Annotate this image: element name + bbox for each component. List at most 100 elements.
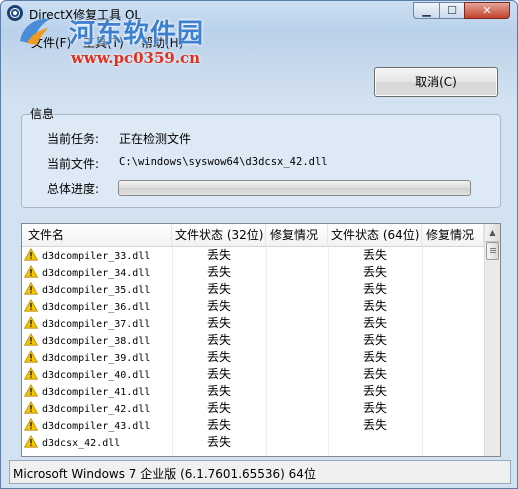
filename-text: d3dcompiler_43.dll [42,421,151,432]
status64-cell: 丢失 [362,418,387,432]
status64-cell: 丢失 [362,282,387,296]
filename-text: d3dcompiler_34.dll [42,268,151,279]
status-bar: Microsoft Windows 7 企业版 (6.1.7601.65536)… [9,460,511,484]
filename-cell: d3dcompiler_33.dll [24,247,150,264]
menu-file[interactable]: 文件(F) [31,34,71,51]
column-header-repair64[interactable]: 修复情况 [422,224,484,246]
status64-cell: 丢失 [362,265,387,279]
table-row[interactable]: d3dcompiler_41.dll 丢失 丢失 [22,383,484,400]
filename-text: d3dcompiler_38.dll [42,336,151,347]
status64-cell: 丢失 [362,248,387,262]
directx-app-icon [7,5,23,21]
warning-icon [24,367,38,380]
info-legend: 信息 [30,107,55,121]
filename-text: d3dcsx_42.dll [42,438,121,449]
filename-cell: d3dcompiler_36.dll [24,298,150,315]
filename-cell: d3dcompiler_38.dll [24,332,150,349]
scrollbar-thumb[interactable] [486,242,499,260]
status32-cell: 丢失 [206,299,231,313]
status32-cell: 丢失 [206,384,231,398]
current-file-value: C:\windows\syswow64\d3dcsx_42.dll [119,156,328,168]
status32-cell: 丢失 [206,350,231,364]
status32-cell: 丢失 [206,316,231,330]
status64-cell: 丢失 [362,316,387,330]
status64-cell: 丢失 [362,333,387,347]
status32-cell: 丢失 [206,435,231,449]
warning-icon [24,350,38,363]
table-row[interactable]: d3dcompiler_37.dll 丢失 丢失 [22,315,484,332]
window-title: DirectX修复工具 OL [29,8,142,22]
file-list[interactable]: 文件名 文件状态 (32位) 修复情况 文件状态 (64位) 修复情况 d3dc… [21,223,501,457]
filename-cell: d3dcompiler_39.dll [24,349,150,366]
status64-cell: 丢失 [362,384,387,398]
filename-cell: d3dcsx_42.dll [24,434,120,451]
main-window: DirectX修复工具 OL ▁ ☐ ✕ 文件(F) 工具(T) 帮助(H) 河… [0,0,518,489]
filename-cell: d3dcompiler_41.dll [24,383,150,400]
warning-icon [24,282,38,295]
column-header-filename[interactable]: 文件名 [22,224,172,246]
status32-cell: 丢失 [206,401,231,415]
filename-text: d3dcompiler_37.dll [42,319,151,330]
overall-progress-label: 总体进度: [47,182,100,196]
column-header-repair32[interactable]: 修复情况 [266,224,328,246]
filename-cell: d3dcompiler_43.dll [24,417,150,434]
list-header: 文件名 文件状态 (32位) 修复情况 文件状态 (64位) 修复情况 [22,224,484,247]
column-header-status32[interactable]: 文件状态 (32位) [172,224,266,246]
warning-icon [24,333,38,346]
status32-cell: 丢失 [206,265,231,279]
status32-cell: 丢失 [206,418,231,432]
status32-cell: 丢失 [206,282,231,296]
warning-icon [24,418,38,431]
filename-cell: d3dcompiler_34.dll [24,264,150,281]
current-file-label: 当前文件: [47,157,100,171]
maximize-button[interactable]: ☐ [439,2,465,19]
current-task-label: 当前任务: [47,132,100,146]
table-row[interactable]: d3dcompiler_43.dll 丢失 丢失 [22,417,484,434]
watermark-url: www.pc0359.cn [71,49,201,67]
status32-cell: 丢失 [206,333,231,347]
table-row[interactable]: d3dcompiler_33.dll 丢失 丢失 [22,247,484,264]
filename-text: d3dcompiler_33.dll [42,251,151,262]
table-row[interactable]: d3dcsx_42.dll 丢失 [22,434,484,451]
menu-help[interactable]: 帮助(H) [141,34,183,51]
warning-icon [24,299,38,312]
status64-cell: 丢失 [362,299,387,313]
table-row[interactable]: d3dcompiler_35.dll 丢失 丢失 [22,281,484,298]
menu-tools[interactable]: 工具(T) [83,34,124,51]
table-row[interactable]: d3dcompiler_39.dll 丢失 丢失 [22,349,484,366]
close-button[interactable]: ✕ [464,2,510,19]
warning-icon [24,248,38,261]
filename-text: d3dcompiler_42.dll [42,404,151,415]
filename-text: d3dcompiler_35.dll [42,285,151,296]
grip-icon [490,248,496,254]
filename-cell: d3dcompiler_40.dll [24,366,150,383]
status32-cell: 丢失 [206,367,231,381]
filename-text: d3dcompiler_39.dll [42,353,151,364]
title-bar[interactable]: DirectX修复工具 OL ▁ ☐ ✕ [1,1,517,25]
minimize-button[interactable]: ▁ [413,2,440,19]
current-task-value: 正在检测文件 [119,132,192,146]
table-row[interactable]: d3dcompiler_40.dll 丢失 丢失 [22,366,484,383]
table-row[interactable]: d3dcompiler_42.dll 丢失 丢失 [22,400,484,417]
warning-icon [24,401,38,414]
filename-text: d3dcompiler_36.dll [42,302,151,313]
column-header-status64[interactable]: 文件状态 (64位) [328,224,422,246]
filename-cell: d3dcompiler_37.dll [24,315,150,332]
warning-icon [24,316,38,329]
filename-cell: d3dcompiler_42.dll [24,400,150,417]
status64-cell: 丢失 [362,350,387,364]
filename-text: d3dcompiler_40.dll [42,370,151,381]
vertical-scrollbar[interactable]: ▲ [484,224,500,456]
table-row[interactable]: d3dcompiler_36.dll 丢失 丢失 [22,298,484,315]
status-text: Microsoft Windows 7 企业版 (6.1.7601.65536)… [13,467,316,481]
warning-icon [24,265,38,278]
status64-cell: 丢失 [362,367,387,381]
filename-text: d3dcompiler_41.dll [42,387,151,398]
cancel-button[interactable]: 取消(C) [374,67,498,97]
overall-progress-bar [118,180,471,196]
warning-icon [24,384,38,397]
status32-cell: 丢失 [206,248,231,262]
scroll-up-arrow-icon[interactable]: ▲ [485,224,500,242]
table-row[interactable]: d3dcompiler_38.dll 丢失 丢失 [22,332,484,349]
table-row[interactable]: d3dcompiler_34.dll 丢失 丢失 [22,264,484,281]
